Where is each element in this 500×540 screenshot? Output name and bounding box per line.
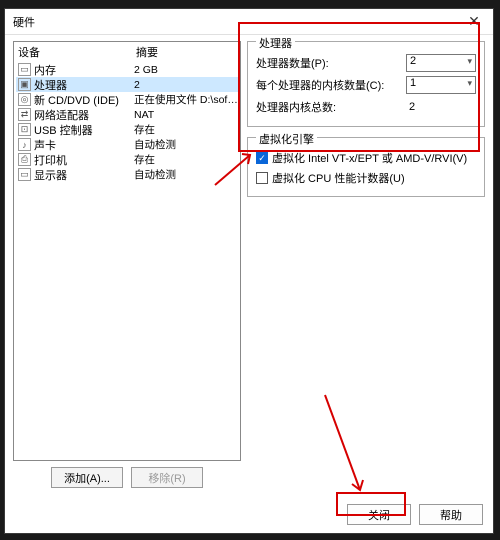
virtualization-group: 虚拟化引擎 ✓ 虚拟化 Intel VT-x/EPT 或 AMD-V/RVI(V… — [247, 137, 485, 197]
row-num-processors: 处理器数量(P): 2 — [256, 52, 476, 74]
device-row[interactable]: ♪声卡自动检测 — [16, 137, 238, 152]
device-row[interactable]: ▭显示器自动检测 — [16, 167, 238, 182]
device-name: 新 CD/DVD (IDE) — [34, 92, 134, 108]
row-cores-per-processor: 每个处理器的内核数量(C): 1 — [256, 74, 476, 96]
device-summary: 自动检测 — [134, 167, 238, 182]
device-name: 打印机 — [34, 152, 134, 168]
device-icon: ⎙ — [18, 153, 31, 166]
checkbox-cpu-counters[interactable] — [256, 172, 268, 184]
device-name: 网络适配器 — [34, 107, 134, 123]
select-cores-per-processor[interactable]: 1 — [406, 76, 476, 94]
device-list: ▭内存2 GB▣处理器2◎新 CD/DVD (IDE)正在使用文件 D:\sof… — [14, 62, 240, 460]
device-list-header: 设备 摘要 — [14, 42, 240, 62]
settings-panel: 处理器 处理器数量(P): 2 每个处理器的内核数量(C): 1 处理器内核总数… — [247, 41, 485, 494]
device-summary: 正在使用文件 D:\software\Cent... — [134, 92, 238, 107]
device-name: 声卡 — [34, 137, 134, 153]
right-column: 处理器 处理器数量(P): 2 每个处理器的内核数量(C): 1 处理器内核总数… — [247, 41, 485, 494]
processor-group-legend: 处理器 — [256, 35, 295, 51]
close-icon[interactable]: ✕ — [461, 11, 487, 33]
device-row[interactable]: ◎新 CD/DVD (IDE)正在使用文件 D:\software\Cent..… — [16, 92, 238, 107]
label-num-processors: 处理器数量(P): — [256, 55, 402, 71]
row-cpu-counters[interactable]: 虚拟化 CPU 性能计数器(U) — [256, 168, 476, 188]
content-area: 设备 摘要 ▭内存2 GB▣处理器2◎新 CD/DVD (IDE)正在使用文件 … — [5, 35, 493, 498]
device-icon: ⇄ — [18, 108, 31, 121]
device-name: 显示器 — [34, 167, 134, 183]
device-icon: ▣ — [18, 78, 31, 91]
device-icon: ◎ — [18, 93, 31, 106]
device-row[interactable]: ⇄网络适配器NAT — [16, 107, 238, 122]
left-column: 设备 摘要 ▭内存2 GB▣处理器2◎新 CD/DVD (IDE)正在使用文件 … — [13, 41, 241, 494]
device-icon: ⊡ — [18, 123, 31, 136]
col-header-device: 设备 — [18, 44, 136, 60]
row-vt-x[interactable]: ✓ 虚拟化 Intel VT-x/EPT 或 AMD-V/RVI(V) — [256, 148, 476, 168]
device-name: 处理器 — [34, 77, 134, 93]
label-cores-per-processor: 每个处理器的内核数量(C): — [256, 77, 402, 93]
label-total-cores: 处理器内核总数: — [256, 99, 402, 115]
device-summary: NAT — [134, 109, 238, 121]
checkbox-vt-x[interactable]: ✓ — [256, 152, 268, 164]
hardware-dialog: 硬件 ✕ 设备 摘要 ▭内存2 GB▣处理器2◎新 CD/DVD (IDE)正在… — [4, 8, 494, 534]
device-row[interactable]: ⎙打印机存在 — [16, 152, 238, 167]
help-button[interactable]: 帮助 — [419, 504, 483, 525]
label-cpu-counters: 虚拟化 CPU 性能计数器(U) — [272, 170, 405, 186]
device-icon: ♪ — [18, 138, 31, 151]
col-header-summary: 摘要 — [136, 44, 236, 60]
device-summary: 自动检测 — [134, 137, 238, 152]
virtualization-group-legend: 虚拟化引擎 — [256, 131, 317, 147]
device-summary: 存在 — [134, 152, 238, 167]
device-name: 内存 — [34, 62, 134, 78]
device-row[interactable]: ⊡USB 控制器存在 — [16, 122, 238, 137]
device-icon: ▭ — [18, 168, 31, 181]
processor-group: 处理器 处理器数量(P): 2 每个处理器的内核数量(C): 1 处理器内核总数… — [247, 41, 485, 127]
device-button-row: 添加(A)... 移除(R) — [13, 461, 241, 494]
value-total-cores: 2 — [406, 101, 476, 113]
remove-button[interactable]: 移除(R) — [131, 467, 203, 488]
device-icon: ▭ — [18, 63, 31, 76]
row-total-cores: 处理器内核总数: 2 — [256, 96, 476, 118]
footer: 关闭 帮助 — [5, 498, 493, 533]
titlebar: 硬件 ✕ — [5, 9, 493, 35]
label-vt-x: 虚拟化 Intel VT-x/EPT 或 AMD-V/RVI(V) — [272, 150, 467, 166]
device-list-box: 设备 摘要 ▭内存2 GB▣处理器2◎新 CD/DVD (IDE)正在使用文件 … — [13, 41, 241, 461]
select-num-processors[interactable]: 2 — [406, 54, 476, 72]
device-summary: 2 GB — [134, 64, 238, 76]
close-button[interactable]: 关闭 — [347, 504, 411, 525]
device-summary: 2 — [134, 79, 238, 91]
add-button[interactable]: 添加(A)... — [51, 467, 123, 488]
device-row[interactable]: ▭内存2 GB — [16, 62, 238, 77]
device-row[interactable]: ▣处理器2 — [16, 77, 238, 92]
device-summary: 存在 — [134, 122, 238, 137]
dialog-title: 硬件 — [13, 14, 35, 30]
device-name: USB 控制器 — [34, 122, 134, 138]
